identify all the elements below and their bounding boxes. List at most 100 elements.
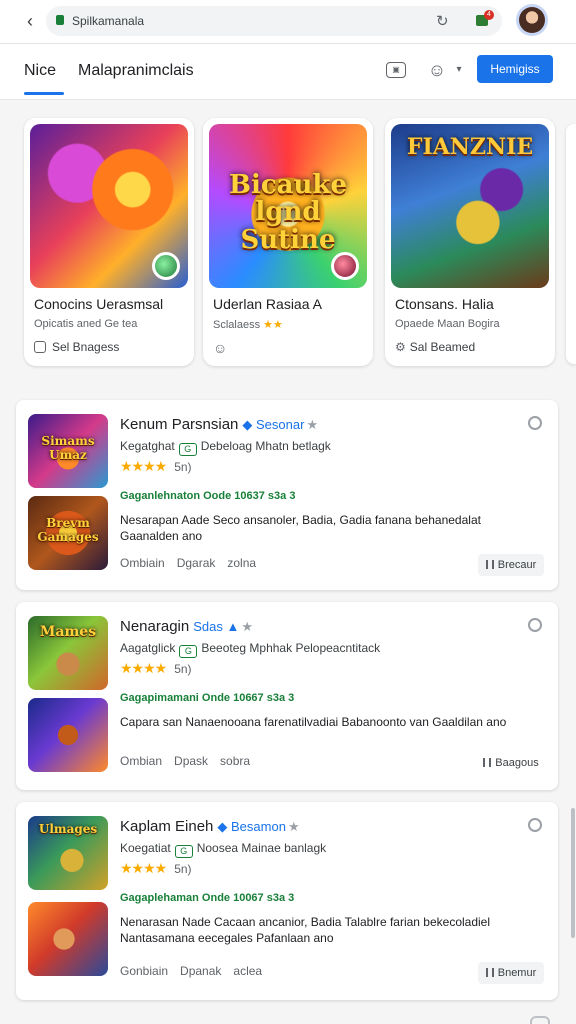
pause-icon	[483, 758, 492, 767]
publisher: Kegatghat	[120, 439, 175, 453]
publisher: Koegatiat	[120, 841, 171, 855]
active-tab-indicator	[24, 92, 64, 95]
profile-avatar[interactable]	[516, 4, 548, 36]
game-thumbnail: Mames	[28, 616, 108, 690]
footer-item: aclea	[233, 964, 263, 978]
game-thumbnail: Ulmages	[28, 816, 108, 890]
game-thumbnail: Simams Umaz	[28, 414, 108, 488]
verified-tag-text: Besamon	[231, 819, 286, 834]
tab-nice[interactable]: Nice	[24, 62, 56, 80]
rating: ★★★★ 5n)	[120, 458, 192, 475]
list-item[interactable]: Simams Umaz Brevm Gamages Kenum Parsnsia…	[16, 400, 558, 590]
listing-footer: Ombiain Dgarak zolna	[120, 556, 268, 570]
listing-description: Capara san Nanaenooana farenatilvadiai B…	[120, 715, 507, 729]
partial-icon	[530, 1016, 550, 1024]
star-icon: ★	[241, 619, 253, 634]
featured-name: Ctonsans. Halia	[395, 296, 494, 312]
next-card-peek[interactable]	[566, 124, 576, 364]
thumbnail-title: Brevm Gamages	[37, 516, 99, 544]
library-icon	[34, 341, 46, 353]
art-title: Bicauke lgnd Sutine	[229, 170, 347, 255]
featured-sub: Sclalaess ★★	[213, 318, 283, 331]
cart-extension[interactable]: 4	[476, 10, 494, 30]
select-radio[interactable]	[528, 618, 542, 632]
notification-badge: 4	[484, 10, 494, 20]
rating-star-icon: ★★	[263, 319, 283, 331]
featured-sub: Opicatis aned Ge tea	[34, 318, 138, 330]
smiley-icon[interactable]: ☺	[426, 59, 448, 81]
avatar-image	[519, 7, 545, 33]
rating-count: 5n)	[174, 460, 192, 474]
publisher: Aagatglick	[120, 641, 176, 655]
refresh-icon[interactable]: ↻	[436, 12, 449, 30]
featured-meta-text: Sel Bnagess	[52, 340, 120, 354]
footer-item: Gonbiain	[120, 964, 169, 978]
update-info: Gagapimamani Onde 10667 s3a 3	[120, 692, 295, 704]
verified-tag: ◆ Besamon	[217, 819, 286, 834]
featured-sub-text: Sclalaess	[213, 319, 261, 331]
footer-item: Ombian	[120, 754, 163, 768]
listing-title-text: Kaplam Eineh	[120, 818, 214, 835]
listing-subtitle: Aagatglick G Beeoteg Mphhak Pelopeacntitac…	[120, 641, 380, 658]
chevron-down-icon[interactable]: ▾	[448, 59, 470, 81]
featured-card[interactable]: FIANZNIE Ctonsans. Halia Opaede Maan Bog…	[385, 118, 555, 366]
category: Noosea Mainae banlagk	[196, 841, 327, 855]
rating: ★★★★ 5n)	[120, 860, 192, 877]
listing-title: Kenum Parsnsian ◆ Sesonar ★	[120, 416, 318, 433]
featured-game-art: FIANZNIE	[391, 124, 549, 288]
listing-title: Kaplam Eineh ◆ Besamon ★	[120, 818, 300, 835]
card-icon[interactable]: ▣	[386, 62, 406, 78]
thumbnail-title: Mames	[39, 624, 97, 640]
footer-item: Ombiain	[120, 556, 165, 570]
rating: ★★★★ 5n)	[120, 660, 192, 677]
update-info: Gaganlehnaton Oode 10637 s3a 3	[120, 490, 296, 502]
browser-toolbar: ‹ Spilkamanala ↻ 4	[0, 0, 576, 44]
featured-meta: ⚙ Sal Beamed	[395, 340, 475, 354]
verified-tag-text: Sesonar	[256, 417, 305, 432]
list-item[interactable]: Mames Nenaragin Sdas ▲ ★ Aagatglick G Beeote…	[16, 602, 558, 790]
chip-label: Brecaur	[497, 559, 537, 571]
featured-card[interactable]: Bicauke lgnd Sutine Uderlan Rasiaa A Scl…	[203, 118, 373, 366]
listing-footer: Ombian Dpask sobra	[120, 754, 262, 768]
featured-name: Conocins Uerasmsal	[34, 296, 164, 312]
featured-card[interactable]: Conocins Uerasmsal Opicatis aned Ge tea …	[24, 118, 194, 366]
gem-orb-icon	[152, 252, 180, 280]
star-icon: ★	[306, 417, 319, 432]
featured-name: Uderlan Rasiaa A	[213, 296, 322, 312]
footer-item: Dgarak	[176, 556, 216, 570]
chip-label: Baagous	[495, 757, 539, 769]
address-bar[interactable]: Spilkamanala ↻ 4	[46, 6, 502, 36]
rating-badge-icon: G	[174, 845, 193, 858]
select-radio[interactable]	[528, 818, 542, 832]
rating-stars-icon: ★★★★	[120, 860, 167, 876]
featured-meta: Sel Bnagess	[34, 340, 119, 354]
category: Debeloag Mhatn betlagk	[200, 439, 331, 453]
action-chip[interactable]: Bnemur	[478, 962, 544, 984]
chip-label: Bnemur	[497, 967, 537, 979]
gear-icon: ⚙	[395, 340, 406, 354]
scrollbar-thumb[interactable]	[571, 808, 575, 938]
tab-second[interactable]: Malapranimclais	[78, 62, 194, 80]
rating-count: 5n)	[174, 662, 192, 676]
footer-item: zolna	[227, 556, 257, 570]
gem-orb-icon	[331, 252, 359, 280]
listing-title-text: Kenum Parsnsian	[120, 416, 239, 433]
footer-item: Dpanak	[180, 964, 222, 978]
thumbnail-title: Ulmages	[38, 822, 98, 836]
primary-action-button[interactable]: Hemigiss	[477, 55, 553, 83]
smiley-icon: ☺	[213, 340, 228, 356]
featured-game-art: Bicauke lgnd Sutine	[209, 124, 367, 288]
listing-description: Nenarasan Nade Cacaan ancanior, Badia Ta…	[120, 915, 491, 945]
verified-tag: Sdas ▲	[193, 619, 240, 634]
action-chip[interactable]: Baagous	[478, 752, 544, 774]
pause-icon	[485, 560, 494, 569]
listing-title: Nenaragin Sdas ▲ ★	[120, 618, 253, 635]
category: Beeoteg Mphhak Pelopeacntitack	[201, 641, 381, 655]
list-item[interactable]: Ulmages Kaplam Eineh ◆ Besamon ★ Koegatiat…	[16, 802, 558, 1000]
rating-stars-icon: ★★★★	[120, 660, 167, 676]
action-chip[interactable]: Brecaur	[478, 554, 544, 576]
back-arrow-icon[interactable]: ‹	[20, 11, 40, 31]
thumbnail-title: Simams Umaz	[41, 434, 95, 462]
featured-meta-text: Sal Beamed	[409, 340, 476, 354]
select-radio[interactable]	[528, 416, 542, 430]
